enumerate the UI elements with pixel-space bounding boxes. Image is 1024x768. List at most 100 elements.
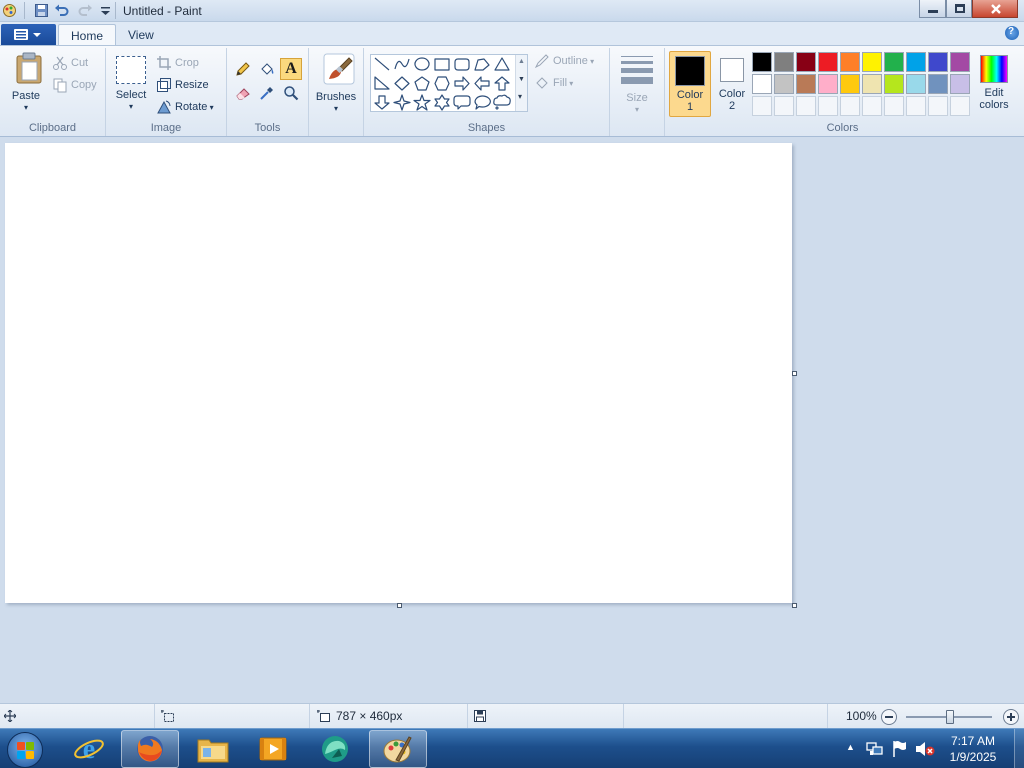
- oval-callout-shape-icon[interactable]: [474, 95, 491, 110]
- palette-swatch[interactable]: [774, 96, 794, 116]
- color2-button[interactable]: Color 2: [712, 51, 752, 117]
- zoom-in-button[interactable]: [1003, 709, 1019, 725]
- zoom-slider[interactable]: [906, 710, 992, 724]
- palette-swatch[interactable]: [928, 52, 948, 72]
- text-tool[interactable]: A: [280, 58, 302, 80]
- show-desktop-button[interactable]: [1014, 729, 1024, 768]
- palette-swatch[interactable]: [950, 96, 970, 116]
- palette-swatch[interactable]: [950, 74, 970, 94]
- palette-swatch[interactable]: [884, 52, 904, 72]
- fill-button[interactable]: Fill ▾: [534, 74, 573, 92]
- taskbar-clock[interactable]: 7:17 AM 1/9/2025: [938, 733, 1008, 765]
- minimize-button[interactable]: [919, 0, 946, 18]
- palette-swatch[interactable]: [862, 74, 882, 94]
- palette-swatch[interactable]: [752, 74, 772, 94]
- redo-icon[interactable]: [78, 3, 93, 18]
- edit-colors-button[interactable]: Edit colors: [975, 51, 1013, 117]
- palette-swatch[interactable]: [840, 74, 860, 94]
- shapes-scrollbar[interactable]: ▲ ▼ ▾: [515, 55, 527, 111]
- fill-tool[interactable]: [256, 58, 278, 80]
- paint-menu-button[interactable]: [1, 24, 56, 45]
- show-hidden-icons-icon[interactable]: ▲: [846, 742, 855, 752]
- resize-handle-corner[interactable]: [792, 603, 797, 608]
- palette-swatch[interactable]: [796, 96, 816, 116]
- zoom-slider-thumb[interactable]: [946, 710, 954, 724]
- palette-swatch[interactable]: [774, 74, 794, 94]
- scroll-up-icon[interactable]: ▲: [518, 58, 525, 65]
- rectangle-shape-icon[interactable]: [434, 58, 450, 71]
- resize-button[interactable]: Resize: [156, 76, 209, 94]
- right-arrow-shape-icon[interactable]: [454, 76, 470, 91]
- resize-handle-bottom[interactable]: [397, 603, 402, 608]
- palette-swatch[interactable]: [796, 52, 816, 72]
- palette-swatch[interactable]: [840, 52, 860, 72]
- palette-swatch[interactable]: [906, 96, 926, 116]
- palette-swatch[interactable]: [818, 96, 838, 116]
- oval-shape-icon[interactable]: [414, 57, 430, 71]
- right-triangle-shape-icon[interactable]: [374, 76, 390, 90]
- palette-swatch[interactable]: [928, 74, 948, 94]
- start-button[interactable]: [4, 730, 46, 768]
- crop-button[interactable]: Crop: [156, 54, 199, 72]
- save-icon[interactable]: [34, 3, 49, 18]
- palette-swatch[interactable]: [884, 74, 904, 94]
- hexagon-shape-icon[interactable]: [434, 76, 450, 91]
- diamond-shape-icon[interactable]: [394, 76, 410, 91]
- five-point-star-shape-icon[interactable]: [413, 94, 431, 111]
- tab-home[interactable]: Home: [58, 24, 117, 46]
- resize-handle-right[interactable]: [792, 371, 797, 376]
- gallery-expand-icon[interactable]: ▾: [518, 93, 522, 101]
- copy-button[interactable]: Copy: [52, 76, 97, 94]
- palette-swatch[interactable]: [906, 74, 926, 94]
- six-point-star-shape-icon[interactable]: [434, 94, 450, 111]
- volume-muted-icon[interactable]: [915, 741, 935, 757]
- palette-swatch[interactable]: [774, 52, 794, 72]
- maximize-button[interactable]: [946, 0, 972, 18]
- palette-swatch[interactable]: [796, 74, 816, 94]
- polygon-shape-icon[interactable]: [474, 58, 490, 71]
- rounded-callout-shape-icon[interactable]: [453, 95, 471, 110]
- size-button[interactable]: Size ▾: [618, 52, 656, 116]
- palette-swatch[interactable]: [884, 96, 904, 116]
- palette-swatch[interactable]: [752, 52, 772, 72]
- brushes-button[interactable]: Brushes ▾: [313, 52, 359, 116]
- customize-qat-icon[interactable]: [98, 3, 113, 18]
- palette-swatch[interactable]: [928, 96, 948, 116]
- close-button[interactable]: [972, 0, 1018, 18]
- select-button[interactable]: Select ▾: [112, 52, 150, 116]
- taskbar-firefox[interactable]: [121, 730, 179, 768]
- drawing-canvas[interactable]: [5, 143, 792, 603]
- palette-swatch[interactable]: [862, 96, 882, 116]
- action-center-flag-icon[interactable]: [891, 740, 907, 758]
- palette-swatch[interactable]: [818, 74, 838, 94]
- up-arrow-shape-icon[interactable]: [494, 76, 510, 91]
- pentagon-shape-icon[interactable]: [414, 76, 430, 91]
- eraser-tool[interactable]: [232, 82, 254, 104]
- palette-swatch[interactable]: [906, 52, 926, 72]
- taskbar-app[interactable]: [306, 730, 364, 768]
- scroll-down-icon[interactable]: ▼: [518, 76, 525, 83]
- color1-button[interactable]: Color 1: [669, 51, 711, 117]
- outline-button[interactable]: Outline ▾: [534, 52, 594, 70]
- paste-button[interactable]: Paste ▾: [6, 52, 46, 116]
- help-button[interactable]: ?: [1005, 26, 1019, 40]
- undo-icon[interactable]: [54, 3, 69, 18]
- color-picker-tool[interactable]: [256, 82, 278, 104]
- tab-view[interactable]: View: [116, 24, 166, 46]
- magnifier-tool[interactable]: [280, 82, 302, 104]
- cloud-callout-shape-icon[interactable]: [493, 94, 511, 110]
- curve-shape-icon[interactable]: [394, 58, 410, 70]
- palette-swatch[interactable]: [840, 96, 860, 116]
- taskbar-internet-explorer[interactable]: e: [60, 730, 118, 768]
- palette-swatch[interactable]: [950, 52, 970, 72]
- pencil-tool[interactable]: [232, 58, 254, 80]
- rounded-rectangle-shape-icon[interactable]: [454, 58, 470, 71]
- palette-swatch[interactable]: [752, 96, 772, 116]
- paint-app-icon[interactable]: [2, 3, 17, 18]
- left-arrow-shape-icon[interactable]: [474, 76, 490, 91]
- four-point-star-shape-icon[interactable]: [393, 94, 411, 111]
- cut-button[interactable]: Cut: [52, 54, 88, 72]
- palette-swatch[interactable]: [818, 52, 838, 72]
- rotate-button[interactable]: Rotate ▾: [156, 98, 214, 116]
- taskbar-paint[interactable]: [369, 730, 427, 768]
